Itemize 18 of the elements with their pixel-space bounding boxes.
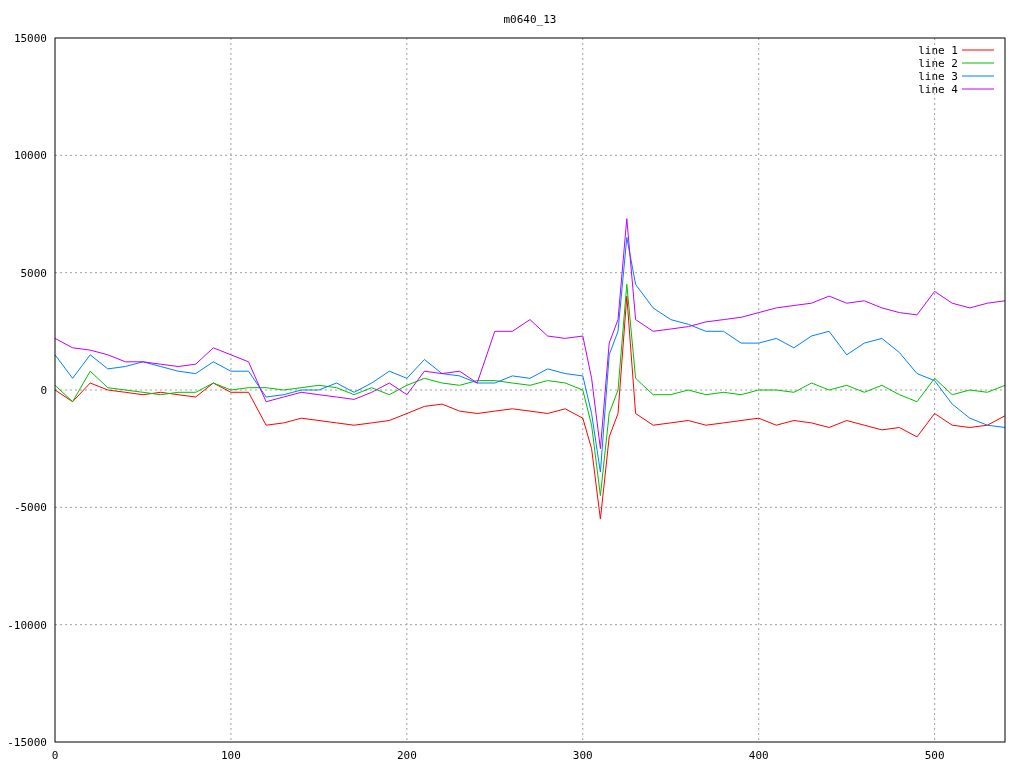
- axis-tick-label: 10000: [13, 149, 47, 163]
- chart-title: m0640_13: [503, 13, 557, 26]
- legend-label: line 4: [918, 83, 958, 96]
- axis-tick-label: 100: [221, 749, 241, 762]
- axis-tick-label: 400: [748, 749, 769, 762]
- legend-label: line 2: [918, 57, 958, 70]
- legend-label: line 1: [918, 44, 958, 57]
- axis-tick-label: 0: [40, 384, 47, 397]
- axis-tick-label: -10000: [7, 618, 47, 632]
- axis-tick-label: 300: [572, 749, 593, 762]
- axis-tick-label: 500: [924, 749, 945, 762]
- axis-tick-label: -15000: [7, 736, 47, 749]
- axis-tick-label: 5000: [20, 266, 47, 280]
- axis-tick-label: -5000: [13, 501, 47, 515]
- legend-label: line 3: [918, 70, 958, 83]
- axis-tick-label: 0: [51, 749, 59, 762]
- axis-tick-label: 15000: [13, 32, 47, 45]
- axis-tick-label: 200: [396, 749, 417, 762]
